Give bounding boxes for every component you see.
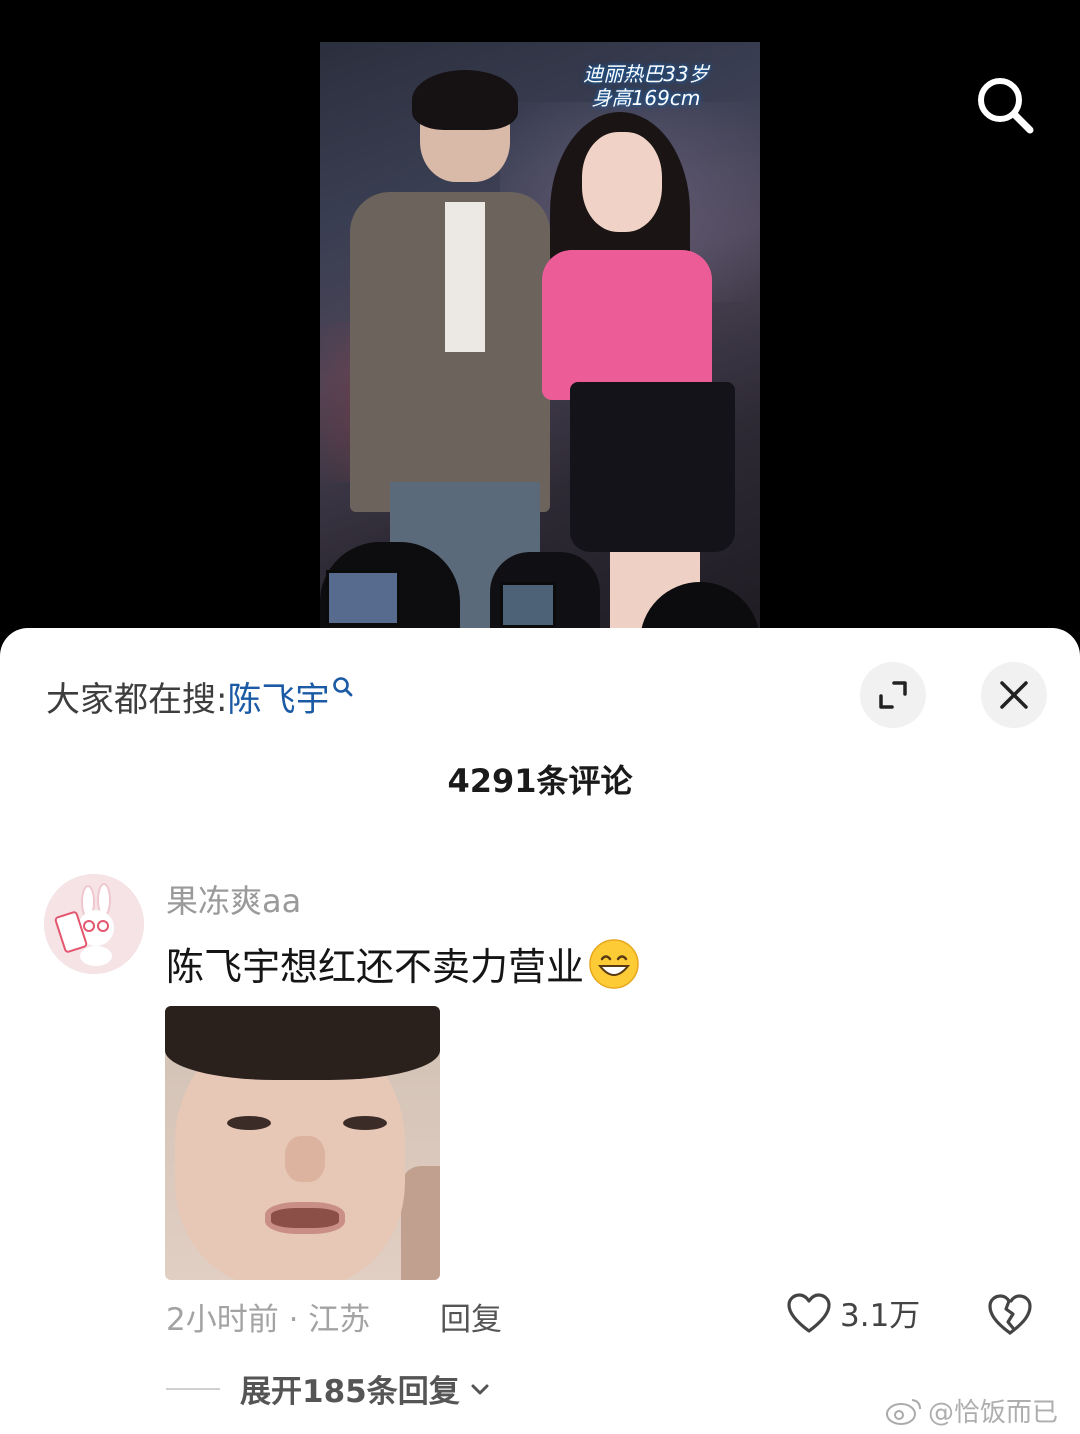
comment-count-title: 4291条评论 <box>447 762 633 800</box>
broken-heart-icon <box>988 1294 1032 1335</box>
video-frame[interactable]: 迪丽热巴33岁 身高169cm <box>320 42 760 642</box>
like-count: 3.1万 <box>840 1298 921 1334</box>
image-nose <box>285 1136 325 1182</box>
image-background-figure <box>401 1166 440 1280</box>
like-button[interactable]: 3.1万 <box>786 1290 920 1335</box>
man-figure-hair <box>412 70 518 130</box>
hot-search-banner[interactable]: 大家都在搜: 陈飞宇 <box>46 672 353 720</box>
rabbit-avatar-icon <box>44 874 144 974</box>
expand-replies-label: 展开185条回复 <box>240 1374 460 1410</box>
image-eye <box>343 1116 387 1130</box>
weibo-logo-icon <box>886 1398 921 1425</box>
video-caption: 迪丽热巴33岁 身高169cm <box>546 62 746 110</box>
divider-line <box>166 1387 220 1390</box>
expand-icon <box>879 681 907 709</box>
image-mouth <box>265 1202 345 1234</box>
comment-image[interactable] <box>165 1006 440 1280</box>
watermark: @恰饭而已 <box>884 1392 1058 1429</box>
image-eye <box>227 1116 271 1130</box>
reply-button[interactable]: 回复 <box>440 1294 502 1339</box>
comment-body: 陈飞宇想红还不卖力营业 <box>166 936 640 991</box>
expand-replies-button[interactable]: 展开185条回复 <box>166 1366 492 1411</box>
woman-figure-head <box>582 132 662 232</box>
comment-time-location: 2小时前 · 江苏 <box>166 1302 371 1338</box>
chevron-down-icon <box>471 1384 489 1394</box>
watermark-text: @恰饭而已 <box>928 1398 1059 1428</box>
hot-search-term[interactable]: 陈飞宇 <box>227 672 329 721</box>
video-caption-line1: 迪丽热巴33岁 <box>583 62 709 86</box>
image-hair <box>165 1006 440 1080</box>
avatar[interactable] <box>44 874 144 974</box>
woman-figure-top <box>542 250 712 400</box>
woman-figure-skirt <box>570 382 735 552</box>
comment-text: 陈飞宇想红还不卖力营业 <box>166 945 585 989</box>
close-icon <box>1000 681 1028 709</box>
hot-search-prefix: 大家都在搜: <box>46 679 228 720</box>
close-button[interactable] <box>981 662 1047 728</box>
search-icon <box>978 78 1034 134</box>
comment-sheet: 大家都在搜: 陈飞宇 4291条评论 果冻爽aa 陈飞宇想红还不卖力营业 2小时… <box>0 628 1080 1434</box>
comment-username[interactable]: 果冻爽aa <box>166 876 301 922</box>
man-figure-shirt <box>445 202 485 352</box>
search-small-icon <box>333 677 353 697</box>
dislike-button[interactable] <box>986 1292 1034 1336</box>
expand-button[interactable] <box>860 662 926 728</box>
video-caption-line2: 身高169cm <box>591 86 701 110</box>
search-button[interactable] <box>972 72 1038 138</box>
grinning-face-emoji-icon <box>589 938 639 989</box>
phone-screen <box>500 582 556 628</box>
heart-icon <box>787 1292 831 1333</box>
phone-screen <box>326 570 400 626</box>
video-player[interactable]: 迪丽热巴33岁 身高169cm <box>0 0 1080 660</box>
